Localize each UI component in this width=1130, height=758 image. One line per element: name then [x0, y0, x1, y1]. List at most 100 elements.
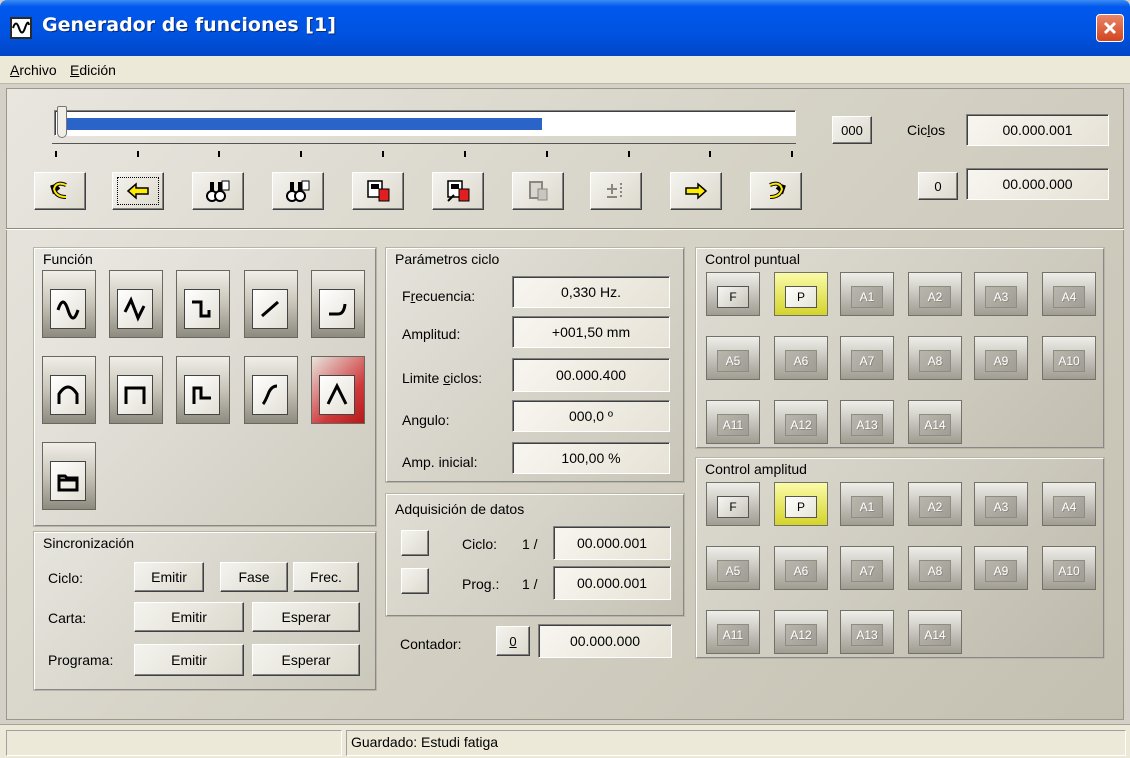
- amplitud-a3-button[interactable]: A3: [974, 482, 1028, 526]
- function-sine-button[interactable]: [42, 270, 96, 338]
- function-s-ramp-button[interactable]: [244, 356, 298, 424]
- puntual-a12-button[interactable]: A12: [774, 400, 828, 444]
- function-ramp-up-button[interactable]: [244, 270, 298, 338]
- amplitud-a12-button[interactable]: A12: [774, 610, 828, 654]
- parametros-label: Parámetros ciclo: [395, 251, 500, 267]
- amplitud-a4-button[interactable]: A4: [1042, 482, 1096, 526]
- puntual-a13-label: A13: [851, 414, 883, 436]
- angulo-value[interactable]: 000,0 º: [512, 400, 670, 432]
- slider-tick: [628, 151, 630, 157]
- puntual-f-button[interactable]: F: [706, 272, 760, 316]
- puntual-a6-button[interactable]: A6: [774, 336, 828, 380]
- slider-thumb[interactable]: [57, 106, 67, 138]
- puntual-a7-button[interactable]: A7: [840, 336, 894, 380]
- triangle-wave-icon: [117, 289, 153, 329]
- close-button[interactable]: [1096, 14, 1124, 42]
- amplitud-f-button[interactable]: F: [706, 482, 760, 526]
- ciclo-emitir-button[interactable]: Emitir: [134, 562, 204, 592]
- amplitud-p-button[interactable]: P: [774, 482, 828, 526]
- disabled-doc-button[interactable]: [512, 172, 564, 210]
- puntual-a6-label: A6: [785, 350, 817, 372]
- menu-edicion[interactable]: Edición: [70, 62, 116, 78]
- amplitud-value[interactable]: +001,50 mm: [512, 316, 670, 348]
- find-alt-button[interactable]: [272, 172, 324, 210]
- frecuencia-label: Frecuencia:: [402, 288, 476, 304]
- undo-button[interactable]: [34, 172, 86, 210]
- puntual-a7-label: A7: [851, 350, 883, 372]
- function-curve-button[interactable]: [311, 270, 365, 338]
- frec-button[interactable]: Frec.: [293, 562, 359, 592]
- adq-ciclo-value[interactable]: 00.000.001: [553, 526, 671, 560]
- binoculars-icon: [206, 180, 230, 202]
- half-sine-wave-icon: [50, 375, 86, 415]
- amplitud-a14-button[interactable]: A14: [908, 610, 962, 654]
- function-step-down-button[interactable]: [176, 356, 230, 424]
- folder-wave-icon: [50, 461, 86, 501]
- puntual-a11-button[interactable]: A11: [706, 400, 760, 444]
- back-button[interactable]: [112, 172, 164, 210]
- puntual-a5-button[interactable]: A5: [706, 336, 760, 380]
- puntual-a9-button[interactable]: A9: [974, 336, 1028, 380]
- carta-esperar-button[interactable]: Esperar: [252, 602, 360, 632]
- slider-tick: [464, 151, 466, 157]
- amplitud-a13-label: A13: [851, 624, 883, 646]
- amplitud-a7-button[interactable]: A7: [840, 546, 894, 590]
- limite-ciclos-value[interactable]: 00.000.400: [512, 358, 670, 392]
- reset-button[interactable]: 0: [918, 172, 958, 200]
- amplitud-a10-button[interactable]: A10: [1042, 546, 1096, 590]
- puntual-a8-button[interactable]: A8: [908, 336, 962, 380]
- reset-value: 00.000.000: [966, 168, 1109, 200]
- puntual-a1-button[interactable]: A1: [840, 272, 894, 316]
- progress-fill: [61, 118, 542, 130]
- programa-esperar-button[interactable]: Esperar: [252, 644, 360, 676]
- save-alt-button[interactable]: [432, 172, 484, 210]
- find-button[interactable]: [192, 172, 244, 210]
- disabled-plus-button[interactable]: [590, 172, 642, 210]
- adq-prog-of: 1 /: [522, 576, 538, 592]
- puntual-a2-button[interactable]: A2: [908, 272, 962, 316]
- function-triangle-button[interactable]: [109, 270, 163, 338]
- function-folder-button[interactable]: [42, 442, 96, 510]
- fase-button[interactable]: Fase: [220, 562, 288, 592]
- curve-wave-icon: [319, 289, 355, 329]
- amplitud-a13-button[interactable]: A13: [840, 610, 894, 654]
- control-amplitud-label: Control amplitud: [705, 461, 807, 477]
- function-square-button[interactable]: [176, 270, 230, 338]
- ciclo-checkbox[interactable]: [401, 530, 429, 556]
- amplitud-a6-button[interactable]: A6: [774, 546, 828, 590]
- puntual-a14-button[interactable]: A14: [908, 400, 962, 444]
- puntual-a5-label: A5: [717, 350, 749, 372]
- count-button[interactable]: 000: [832, 116, 872, 144]
- funcion-label: Función: [43, 251, 93, 267]
- adq-prog-value[interactable]: 00.000.001: [553, 566, 671, 600]
- amplitud-a2-button[interactable]: A2: [908, 482, 962, 526]
- programa-emitir-button[interactable]: Emitir: [134, 644, 244, 676]
- amplitud-a11-button[interactable]: A11: [706, 610, 760, 654]
- adq-ciclo-of: 1 /: [522, 536, 538, 552]
- amplitud-a9-button[interactable]: A9: [974, 546, 1028, 590]
- puntual-a3-button[interactable]: A3: [974, 272, 1028, 316]
- function-triangle-peak-button[interactable]: [311, 356, 365, 424]
- status-bar: Guardado: Estudi fatiga: [0, 724, 1130, 758]
- menu-archivo[interactable]: Archivo: [10, 62, 57, 78]
- puntual-a13-button[interactable]: A13: [840, 400, 894, 444]
- amplitud-a5-button[interactable]: A5: [706, 546, 760, 590]
- puntual-a10-button[interactable]: A10: [1042, 336, 1096, 380]
- carta-label: Carta:: [48, 610, 87, 626]
- function-half-sine-button[interactable]: [42, 356, 96, 424]
- puntual-a4-button[interactable]: A4: [1042, 272, 1096, 316]
- frecuencia-value[interactable]: 0,330 Hz.: [512, 276, 670, 308]
- function-pulse-button[interactable]: [109, 356, 163, 424]
- carta-emitir-button[interactable]: Emitir: [134, 602, 244, 632]
- amplitud-a8-button[interactable]: A8: [908, 546, 962, 590]
- amplitud-a1-button[interactable]: A1: [840, 482, 894, 526]
- forward-button[interactable]: [670, 172, 722, 210]
- puntual-a11-label: A11: [717, 414, 749, 436]
- contador-reset-button[interactable]: 0: [496, 626, 530, 656]
- forward-arrow-icon: [685, 182, 708, 200]
- amp-inicial-value[interactable]: 100,00 %: [512, 442, 670, 474]
- redo-button[interactable]: [750, 172, 802, 210]
- prog-checkbox[interactable]: [401, 568, 429, 594]
- puntual-p-button[interactable]: P: [774, 272, 828, 316]
- save-button[interactable]: [352, 172, 404, 210]
